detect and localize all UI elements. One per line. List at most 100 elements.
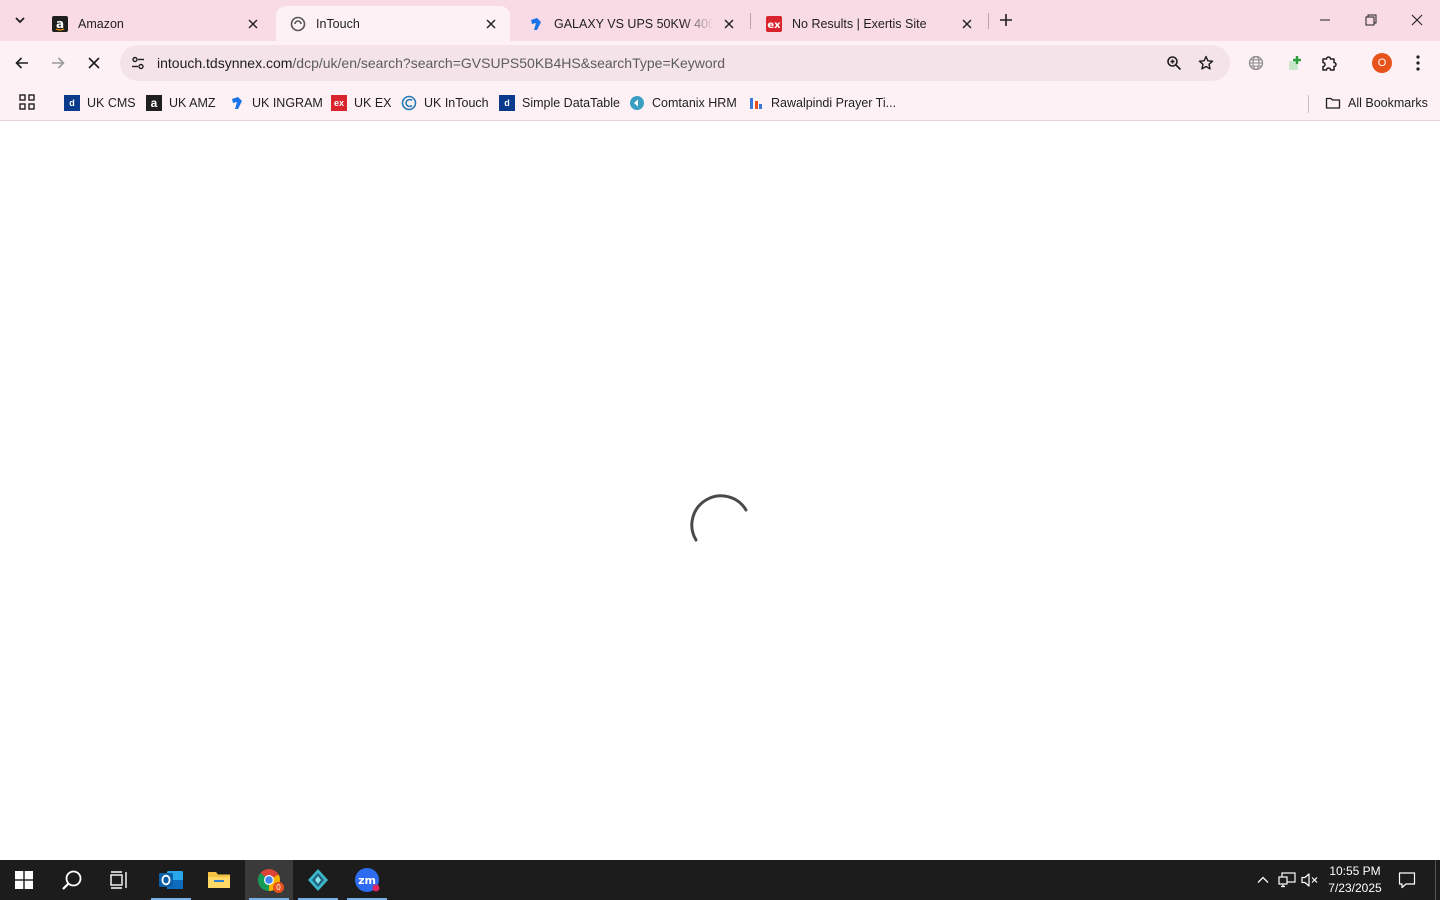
bookmark-uk-cms[interactable]: d UK CMS: [64, 92, 136, 114]
tab-separator: [988, 13, 989, 29]
close-tab-button[interactable]: [958, 15, 976, 33]
bookmark-label: Comtanix HRM: [652, 96, 737, 110]
notification-icon: [1398, 872, 1416, 889]
close-tab-button[interactable]: [244, 15, 262, 33]
back-button[interactable]: [8, 49, 36, 77]
tab-separator: [750, 13, 751, 29]
plus-icon: [1000, 14, 1012, 26]
tab-title: InTouch: [316, 16, 360, 31]
url-text[interactable]: intouch.tdsynnex.com/dcp/uk/en/search?se…: [157, 55, 725, 71]
extensions-menu-button[interactable]: [1318, 52, 1340, 74]
bookmark-uk-ex[interactable]: ex UK EX: [331, 92, 392, 114]
bookmark-label: UK INGRAM: [252, 96, 323, 110]
close-icon: [248, 19, 258, 28]
show-desktop-button[interactable]: [1435, 860, 1440, 900]
url-path: /dcp/uk/en/search?search=GVSUPS50KB4HS&s…: [292, 55, 726, 71]
profile-avatar[interactable]: O: [1372, 53, 1392, 73]
close-icon: [88, 57, 100, 69]
taskbar-outlook[interactable]: [147, 860, 195, 900]
star-icon: [1198, 55, 1214, 70]
tab-search-button[interactable]: [8, 8, 32, 32]
address-bar[interactable]: intouch.tdsynnex.com/dcp/uk/en/search?se…: [120, 45, 1230, 81]
folder-icon: [208, 872, 230, 888]
new-tab-button[interactable]: [994, 8, 1018, 32]
all-bookmarks-button[interactable]: All Bookmarks: [1325, 92, 1428, 114]
ingram-icon: [528, 16, 544, 32]
site-info-button[interactable]: [128, 53, 148, 73]
bookmark-simple-datatable[interactable]: d Simple DataTable: [499, 92, 620, 114]
bookmark-rawalpindi-prayer[interactable]: Rawalpindi Prayer Ti...: [748, 92, 896, 114]
tab-amazon[interactable]: a Amazon: [38, 6, 272, 41]
taskbar-zoom[interactable]: zm: [343, 860, 391, 900]
task-view-button[interactable]: [96, 860, 144, 900]
taskbar-chrome[interactable]: 0: [245, 860, 293, 900]
zoom-button[interactable]: [1164, 53, 1184, 73]
taskbar-file-explorer[interactable]: [195, 860, 243, 900]
intouch-icon: [290, 16, 306, 32]
close-icon: [486, 19, 496, 28]
more-vert-icon: [1416, 55, 1420, 71]
stop-loading-button[interactable]: [80, 49, 108, 77]
search-button[interactable]: [48, 860, 96, 900]
translate-extension-button[interactable]: [1245, 52, 1267, 74]
windows-taskbar: 0 zm 10:55 PM 7/23/2025: [0, 860, 1440, 900]
network-button[interactable]: [1278, 871, 1296, 889]
svg-text:ex: ex: [767, 20, 781, 31]
volume-muted-icon: [1301, 873, 1318, 887]
exertis-icon: ex: [766, 15, 782, 32]
forward-button[interactable]: [44, 49, 72, 77]
zoom-app-icon: zm: [355, 868, 380, 892]
tune-icon: [132, 56, 144, 70]
system-clock[interactable]: 10:55 PM 7/23/2025: [1326, 863, 1384, 897]
restore-icon: [1365, 14, 1377, 26]
action-center-button[interactable]: [1398, 871, 1416, 889]
clock-date: 7/23/2025: [1328, 881, 1382, 895]
volume-button[interactable]: [1301, 871, 1319, 889]
bookmark-label: Rawalpindi Prayer Ti...: [771, 96, 897, 110]
tdsynnex-icon: d: [499, 95, 515, 111]
svg-text:zm: zm: [358, 874, 376, 887]
globe-icon: [1248, 55, 1264, 71]
bookmark-uk-amz[interactable]: a UK AMZ: [146, 92, 216, 114]
prayer-icon: [748, 95, 764, 111]
close-window-button[interactable]: [1394, 0, 1440, 40]
tray-overflow-button[interactable]: [1254, 871, 1272, 889]
bookmark-label: UK AMZ: [169, 96, 216, 110]
browser-menu-button[interactable]: [1407, 52, 1429, 74]
chevron-down-icon: [15, 17, 25, 24]
taskbar-app-diamond[interactable]: [294, 860, 342, 900]
restore-button[interactable]: [1348, 0, 1394, 40]
tab-exertis[interactable]: ex No Results | Exertis Site: [752, 6, 986, 41]
comtanix-icon: [629, 95, 645, 111]
tab-title: GALAXY VS UPS 50KW 400V 2 |: [554, 16, 714, 31]
start-button[interactable]: [0, 860, 48, 900]
chrome-notification-badge: 0: [273, 882, 284, 893]
tab-intouch[interactable]: InTouch: [276, 6, 510, 41]
tab-title: Amazon: [78, 16, 124, 31]
apps-button[interactable]: [18, 93, 36, 111]
close-tab-button[interactable]: [482, 15, 500, 33]
close-icon: [962, 19, 972, 28]
bookmark-uk-ingram[interactable]: UK INGRAM: [229, 92, 323, 114]
bookmark-comtanix-hrm[interactable]: Comtanix HRM: [629, 92, 737, 114]
bookmark-star-button[interactable]: [1196, 53, 1216, 73]
minimize-button[interactable]: [1302, 0, 1348, 40]
bookmark-label: UK CMS: [87, 96, 136, 110]
search-icon: [62, 870, 82, 890]
task-view-icon: [110, 871, 127, 889]
extension-button[interactable]: [1284, 52, 1306, 74]
diamond-app-icon: [308, 869, 328, 891]
tdsynnex-icon: d: [64, 95, 80, 111]
folder-icon: [1325, 95, 1341, 111]
tab-strip: a Amazon InTouch GALAXY VS UPS 50KW 400V…: [0, 0, 1440, 41]
close-tab-button[interactable]: [720, 15, 738, 33]
arrow-left-icon: [15, 57, 28, 69]
arrow-right-icon: [52, 57, 65, 69]
network-icon: [1278, 872, 1296, 888]
apps-grid-icon: [19, 94, 35, 110]
bookmark-label: UK InTouch: [424, 96, 489, 110]
page-content: [0, 121, 1440, 860]
tab-ingram[interactable]: GALAXY VS UPS 50KW 400V 2 |: [514, 6, 748, 41]
bookmark-uk-intouch[interactable]: UK InTouch: [401, 92, 489, 114]
close-icon: [1411, 14, 1423, 26]
